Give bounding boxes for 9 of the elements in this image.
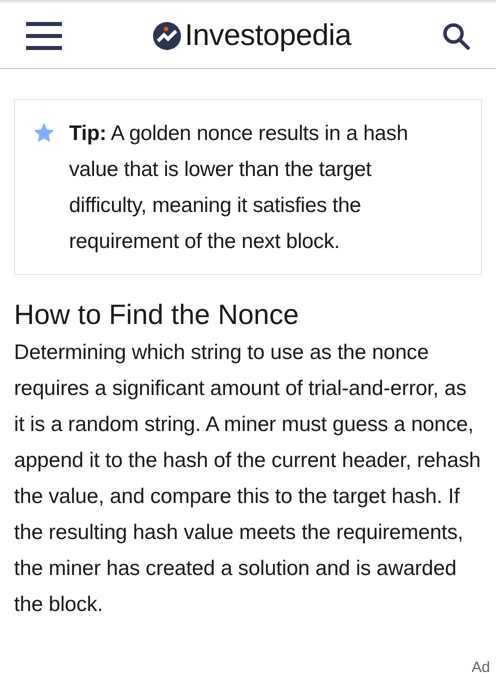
star-icon <box>33 122 55 144</box>
tip-text: Tip: A golden nonce results in a hash value that is lower than the target difficulty, meaning it satisfies the requirement of the next block. <box>69 121 409 255</box>
logo-text[interactable]: Investopedia <box>184 19 352 53</box>
ad-label: Ad <box>472 659 490 676</box>
logo-icon <box>152 22 181 50</box>
menu-icon[interactable] <box>26 22 62 50</box>
body-paragraph: Determining which string to use as the nonce requires a significant amount of trial-and-error, as it is a random string. A miner must guess a nonce, append it to the hash of the current header, rehash the value, and compare this to the target hash. If the resulting hash value meets the requirements, the miner has created a solution and is awarded the block. <box>14 340 482 618</box>
section-heading: How to Find the Nonce <box>14 298 300 332</box>
search-icon[interactable] <box>442 22 470 50</box>
